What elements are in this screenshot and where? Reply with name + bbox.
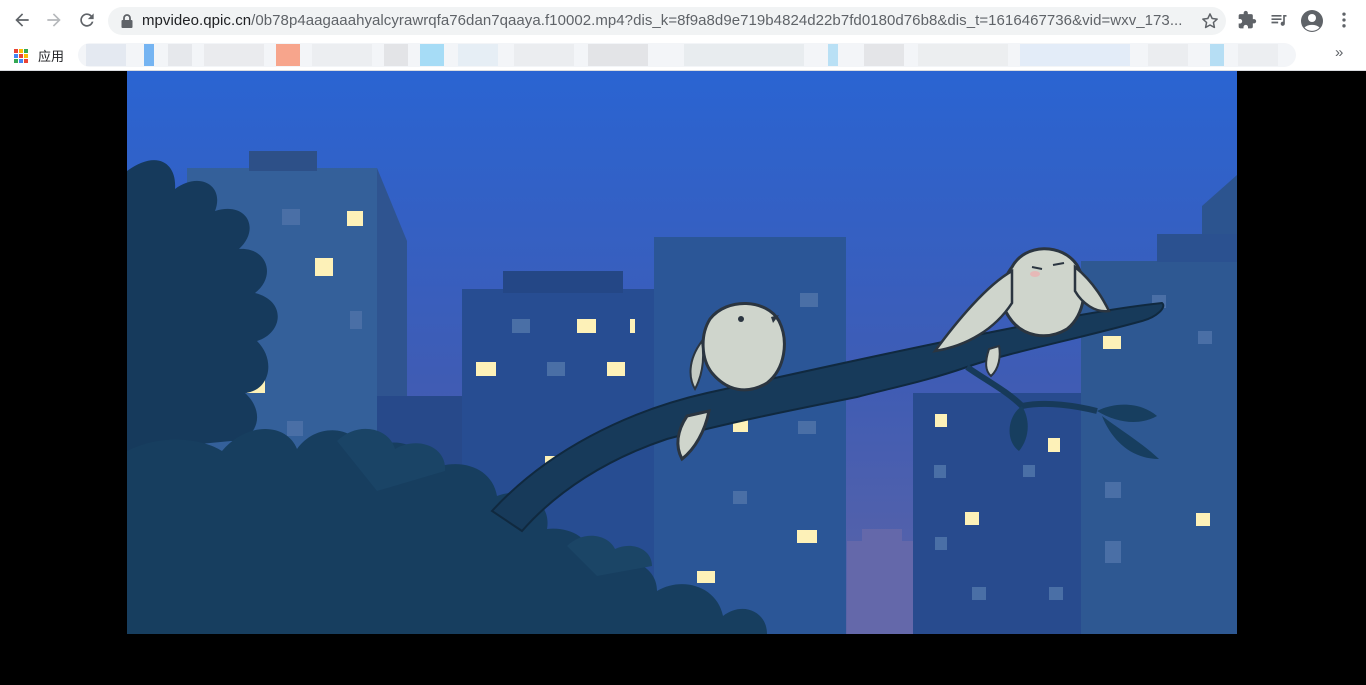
- bookmarks-bar: 应用 »: [0, 40, 1366, 71]
- apps-label: 应用: [38, 49, 65, 64]
- url-path: /0b78p4aagaaahyalcyrawrqfa76dan7qaaya.f1…: [251, 12, 1182, 29]
- bookmarks-overflow-button[interactable]: »: [1335, 44, 1353, 64]
- back-button[interactable]: [10, 8, 34, 32]
- forward-button[interactable]: [42, 8, 66, 32]
- media-control-icon: [1271, 15, 1287, 26]
- url-host: mpvideo.qpic.cn: [142, 12, 252, 29]
- video-stage: [0, 71, 1366, 685]
- address-bar[interactable]: mpvideo.qpic.cn/0b78p4aagaaahyalcyrawrqf…: [108, 7, 1226, 35]
- menu-button[interactable]: [1334, 10, 1356, 32]
- apps-grid-icon: [14, 48, 28, 63]
- video-frame: [127, 71, 1237, 634]
- apps-shortcut[interactable]: 应用: [14, 46, 64, 65]
- url-text[interactable]: mpvideo.qpic.cn/0b78p4aagaaahyalcyrawrqf…: [142, 12, 1182, 30]
- blurred-bookmarks[interactable]: [78, 43, 1296, 67]
- back-icon: [15, 13, 29, 27]
- lock-icon: [121, 14, 133, 28]
- forward-icon: [47, 13, 61, 27]
- video-player[interactable]: [127, 71, 1237, 634]
- media-control-button[interactable]: [1269, 10, 1291, 32]
- profile-icon: [1301, 10, 1323, 32]
- menu-icon: [1342, 12, 1346, 28]
- browser-toolbar: mpvideo.qpic.cn/0b78p4aagaaahyalcyrawrqf…: [0, 0, 1366, 40]
- profile-button[interactable]: [1300, 9, 1324, 33]
- reload-icon: [80, 13, 94, 27]
- extensions-icon: [1238, 10, 1257, 29]
- star-icon[interactable]: [1200, 11, 1220, 31]
- reload-button[interactable]: [75, 8, 99, 32]
- extensions-button[interactable]: [1237, 10, 1259, 32]
